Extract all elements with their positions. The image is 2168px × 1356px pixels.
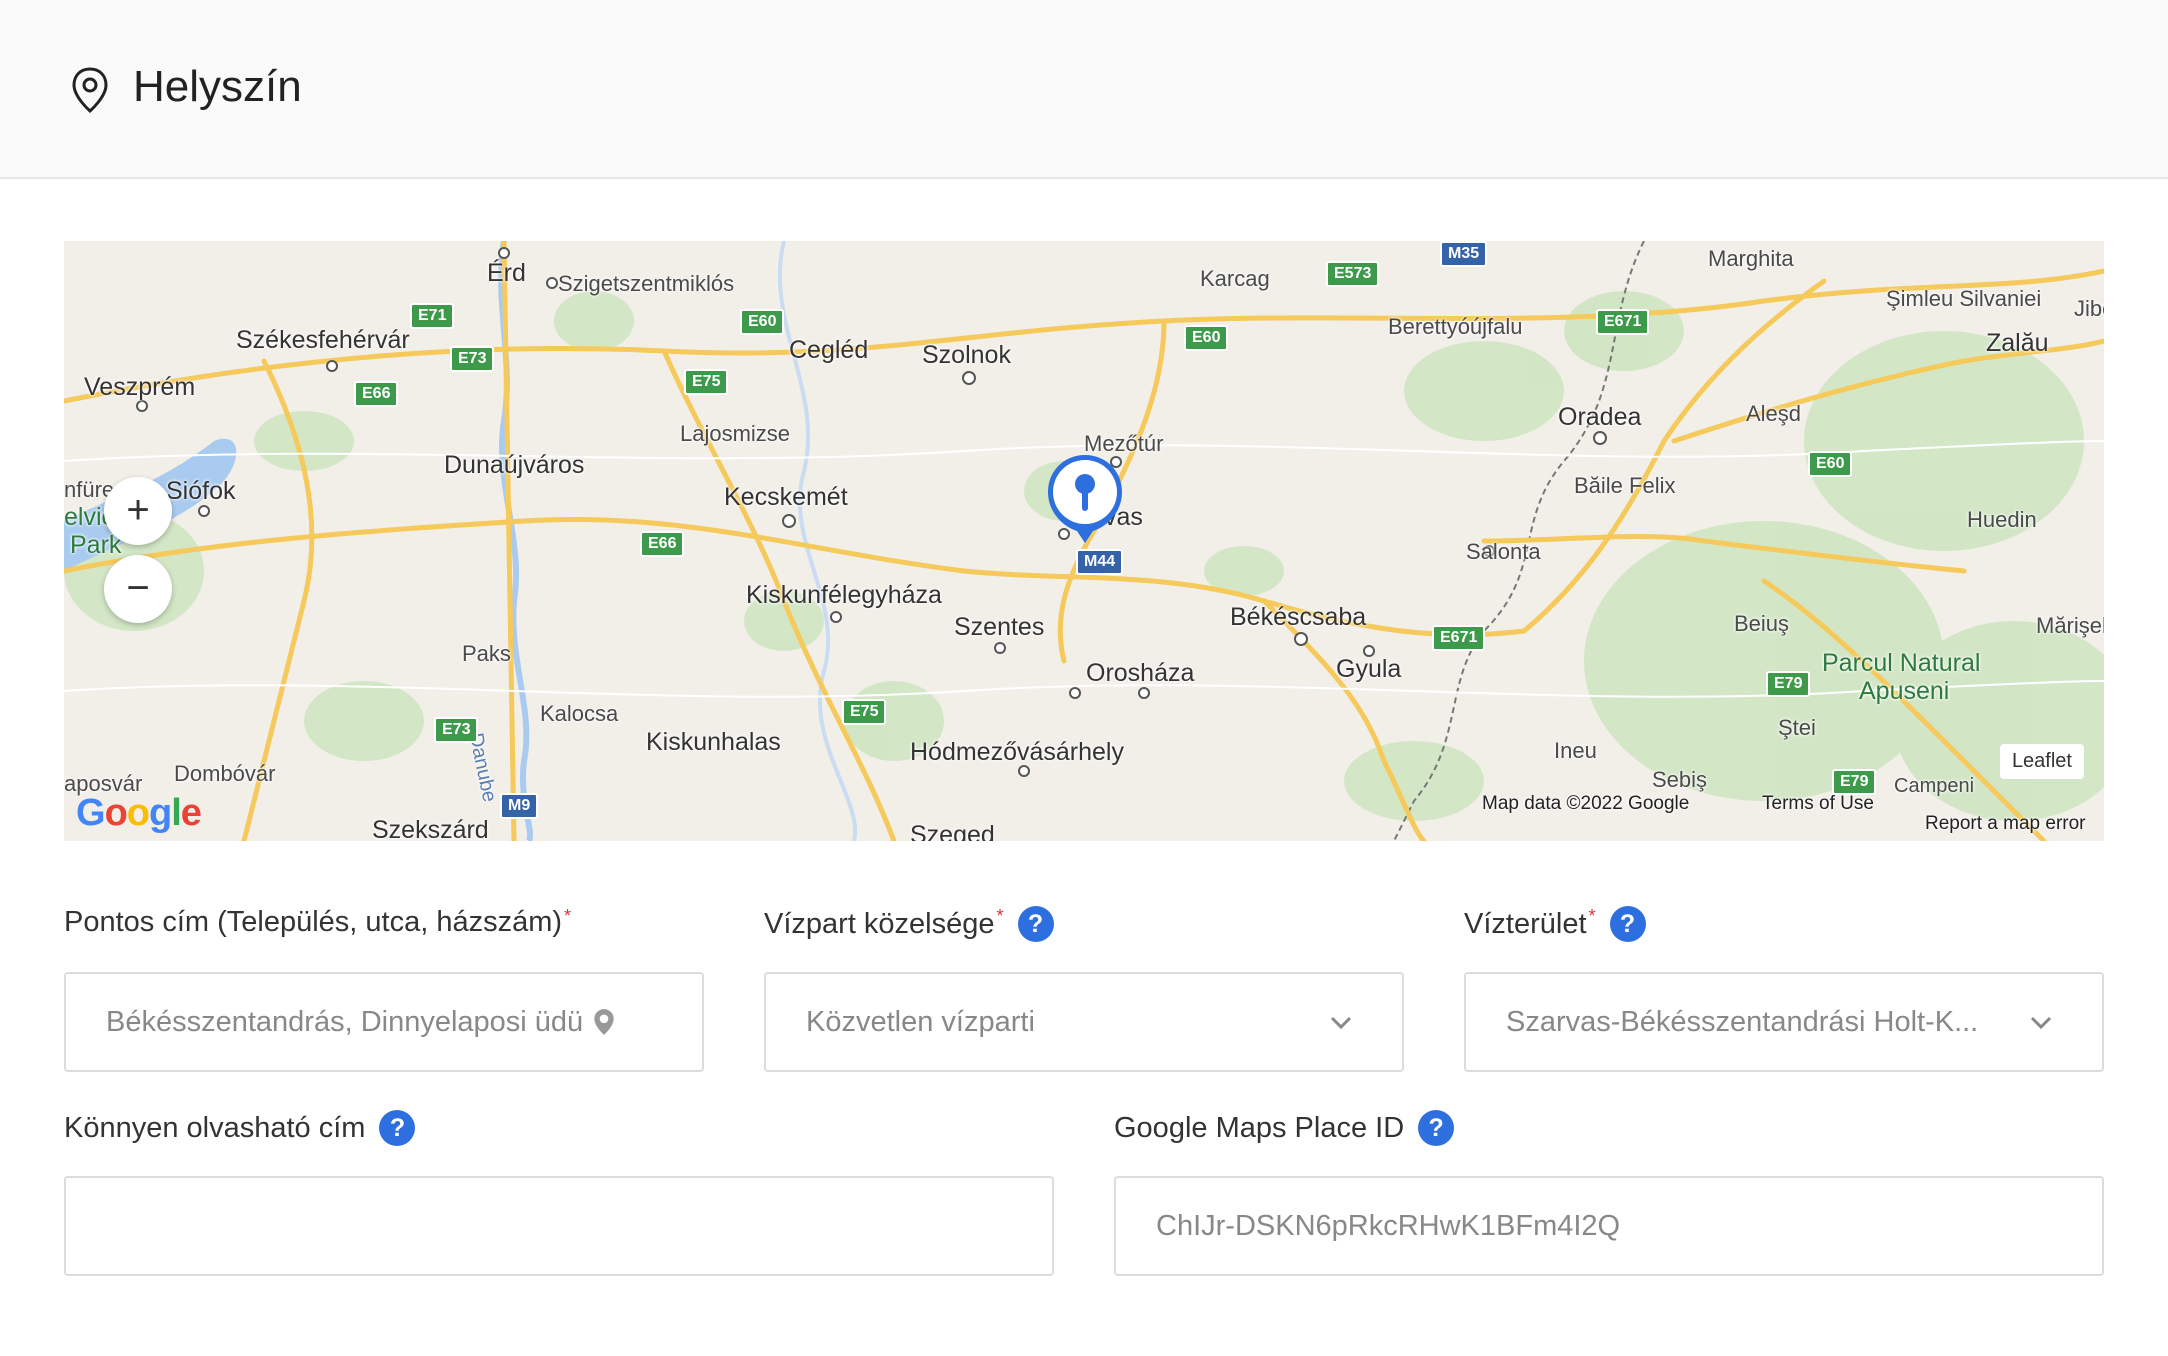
map-label: Dunaújváros xyxy=(444,451,585,479)
map-label: Sebiş xyxy=(1652,767,1708,792)
road-shield: M9 xyxy=(500,793,539,819)
address-label: Pontos cím (Település, utca, házszám) * xyxy=(64,906,572,938)
road-shield: E75 xyxy=(684,369,729,395)
map-label: Érd xyxy=(487,259,526,287)
help-icon[interactable]: ? xyxy=(379,1110,416,1146)
address-input[interactable]: Békésszentandrás, Dinnyelaposi üdü xyxy=(64,972,704,1072)
road-shield: M44 xyxy=(1076,549,1124,575)
map-label: Mărişel xyxy=(2036,613,2104,638)
help-icon[interactable]: ? xyxy=(1418,1110,1455,1146)
map-label: Kiskunhalas xyxy=(646,728,781,756)
map-pin-icon xyxy=(594,1009,614,1035)
map-label: Veszprém xyxy=(84,373,196,401)
map-data-attribution: Map data ©2022 Google xyxy=(1482,793,1690,814)
chevron-down-icon xyxy=(2030,1016,2052,1030)
road-shield: E60 xyxy=(740,309,785,335)
place-id-input[interactable]: ChIJr-DSKN6pRkcRHwK1BFm4I2Q xyxy=(1114,1176,2104,1276)
map-label: Oradea xyxy=(1558,403,1642,431)
map-label: Szolnok xyxy=(922,341,1011,369)
map-label: Kiskunfélegyháza xyxy=(746,581,942,609)
road-shield: E73 xyxy=(434,717,479,743)
map-label: Lajosmizse xyxy=(680,421,791,446)
map-label: Kalocsa xyxy=(540,701,619,726)
road-shield: E79 xyxy=(1832,769,1877,795)
map-label: Ştei xyxy=(1778,715,1816,740)
place-id-label: Google Maps Place ID ? xyxy=(1114,1110,1455,1146)
map-label: Paks xyxy=(462,641,511,666)
road-shield: E60 xyxy=(1184,325,1229,351)
map-label: Orosháza xyxy=(1086,659,1195,687)
zoom-out-button[interactable]: − xyxy=(104,555,172,623)
road-shield: E671 xyxy=(1596,309,1650,335)
map-label: Jibo xyxy=(2074,296,2104,321)
map-label: Szekszárd xyxy=(372,816,489,841)
road-shield: E73 xyxy=(450,346,495,372)
report-error-link[interactable]: Report a map error xyxy=(1925,813,2086,835)
road-shield: E66 xyxy=(354,381,399,407)
map-label: Szigetszentmiklós xyxy=(558,271,735,296)
park-label: Apuseni xyxy=(1859,677,1950,705)
section-title: Helyszín xyxy=(133,62,302,111)
map-label: Hódmezővásárhely xyxy=(910,738,1124,766)
map-label: Szentes xyxy=(954,613,1045,641)
map-label: Dombóvár xyxy=(174,761,276,786)
water-area-select[interactable]: Szarvas-Békésszentandrási Holt-K... xyxy=(1464,972,2104,1072)
road-shield: E71 xyxy=(410,303,455,329)
road-shield: E79 xyxy=(1766,671,1811,697)
map-label: Karcag xyxy=(1200,266,1270,291)
zoom-in-button[interactable]: + xyxy=(104,477,172,545)
map-label: Băile Felix xyxy=(1574,473,1676,498)
help-icon[interactable]: ? xyxy=(1017,906,1054,942)
google-logo: Google xyxy=(76,792,202,834)
map-label: Békéscsaba xyxy=(1230,603,1367,631)
map-label: Siófok xyxy=(166,477,236,505)
map-label: Berettyóújfalu xyxy=(1388,314,1523,339)
location-marker-icon[interactable] xyxy=(1044,451,1126,551)
road-shield: E573 xyxy=(1326,261,1380,287)
map-label: Salonta xyxy=(1466,539,1541,564)
map-pin-icon xyxy=(72,67,108,113)
map-label: Aleşd xyxy=(1746,401,1802,426)
road-shield: M35 xyxy=(1440,241,1488,267)
map-label: Ineu xyxy=(1554,738,1597,763)
road-shield: E75 xyxy=(842,699,887,725)
map-label: Şimleu Silvaniei xyxy=(1886,286,2042,311)
map-label: Cegléd xyxy=(789,336,869,364)
map-label: Szeged xyxy=(910,821,995,841)
map-view[interactable]: Érd Szigetszentmiklós Karcag Marghita Sz… xyxy=(64,241,2104,841)
road-shield: E60 xyxy=(1808,451,1853,477)
section-header: Helyszín xyxy=(0,0,2168,179)
park-label: Parcul Natural xyxy=(1822,649,1981,677)
map-label: Székesfehérvár xyxy=(236,326,410,354)
chevron-down-icon xyxy=(1330,1016,1352,1030)
readable-address-input[interactable] xyxy=(64,1176,1054,1276)
map-label: Huedin xyxy=(1967,507,2037,532)
map-label: Campeni xyxy=(1894,775,1975,797)
road-shield: E671 xyxy=(1432,625,1486,651)
road-shield: E66 xyxy=(640,531,685,557)
water-area-label: Vízterület * ? xyxy=(1464,906,1646,942)
leaflet-attribution[interactable]: Leaflet xyxy=(1999,744,2084,779)
map-label: Zalău xyxy=(1986,329,2049,357)
readable-address-label: Könnyen olvasható cím ? xyxy=(64,1110,416,1146)
map-label: Beiuş xyxy=(1734,611,1790,636)
waterfront-label: Vízpart közelsége * ? xyxy=(764,906,1054,942)
help-icon[interactable]: ? xyxy=(1609,906,1646,942)
map-label: Marghita xyxy=(1708,246,1794,271)
waterfront-select[interactable]: Közvetlen vízparti xyxy=(764,972,1404,1072)
map-label: Kecskemét xyxy=(724,483,848,511)
terms-link[interactable]: Terms of Use xyxy=(1762,793,1874,815)
map-label: Gyula xyxy=(1336,655,1402,683)
